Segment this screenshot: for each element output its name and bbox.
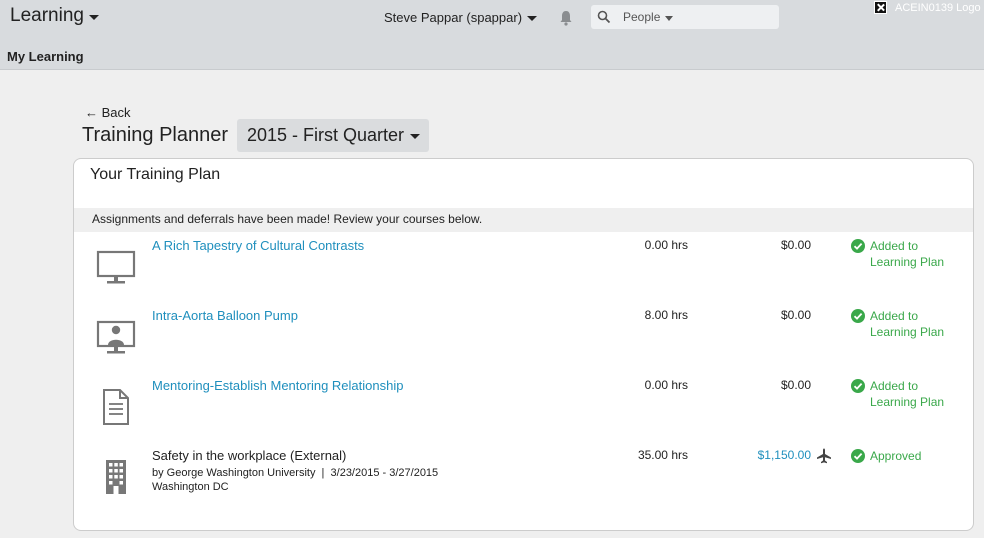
search-scope-select[interactable]: People [623,10,674,24]
chevron-down-icon [527,16,538,21]
bell-icon[interactable] [559,10,573,26]
course-hours: 8.00 hrs [644,308,688,322]
status-badge: Approved [851,448,960,464]
airplane-icon [817,448,831,464]
status-line: Learning Plan [870,395,945,409]
subnav-title: My Learning [7,49,84,64]
course-cost: $0.00 [780,378,811,392]
notice-bar: Assignments and deferrals have been made… [74,208,973,232]
app-title: Learning [10,5,84,26]
course-hours: 0.00 hrs [644,238,688,252]
course-title: Safety in the workplace (External) [152,448,347,463]
top-header: Learning Steve Pappar (spappar) People A… [0,0,984,40]
course-hours: 0.00 hrs [644,378,688,392]
check-circle-icon [851,309,865,323]
status-badge: Added to Learning Plan [851,378,960,410]
virtual-classroom-icon [96,320,136,354]
status-line: Approved [870,449,922,463]
search-scope-label: People [623,10,661,24]
status-badge: Added to Learning Plan [851,308,960,340]
course-title-link[interactable]: A Rich Tapestry of Cultural Contrasts [152,238,364,253]
course-hours: 35.00 hrs [637,448,688,462]
course-provider-dates: by George Washington University | 3/23/2… [152,467,439,479]
check-circle-icon [851,379,865,393]
course-title-link[interactable]: Intra-Aorta Balloon Pump [152,308,298,323]
status-line: Learning Plan [870,325,945,339]
course-cost: $0.00 [780,308,811,322]
status-line: Added to [870,379,919,393]
course-location: Washington DC [152,481,229,493]
check-circle-icon [851,449,865,463]
course-title-link[interactable]: Mentoring-Establish Mentoring Relationsh… [152,378,403,393]
course-row: Mentoring-Establish Mentoring Relationsh… [74,378,973,448]
training-plan-card: Your Training Plan Assignments and defer… [73,158,974,531]
broken-image-icon [874,1,887,14]
quarter-dropdown[interactable]: 2015 - First Quarter [237,119,429,152]
back-link[interactable]: ← Back [85,105,131,120]
card-title: Your Training Plan [90,166,221,183]
document-icon [103,389,129,425]
sub-navigation: My Learning [0,40,984,70]
app-menu[interactable]: Learning [10,5,99,27]
building-icon [106,460,126,494]
search-icon [597,10,611,24]
status-badge: Added to Learning Plan [851,238,960,270]
course-row: Intra-Aorta Balloon Pump 8.00 hrs $0.00 … [74,308,973,378]
page-title: Training Planner [82,124,229,146]
chevron-down-icon [665,15,674,21]
company-logo: ACEIN0139 Logo [874,1,981,14]
user-name: Steve Pappar (spappar) [384,10,523,25]
status-line: Added to [870,239,919,253]
course-meta: by George Washington University | 3/23/2… [152,466,438,494]
user-menu[interactable]: Steve Pappar (spappar) [384,10,538,25]
logo-alt-text: ACEIN0139 Logo [895,1,981,14]
chevron-down-icon [410,134,421,139]
monitor-icon [96,250,136,284]
status-line: Added to [870,309,919,323]
status-line: Learning Plan [870,255,945,269]
course-cost: $0.00 [780,238,811,252]
course-row: A Rich Tapestry of Cultural Contrasts 0.… [74,238,973,308]
chevron-down-icon [88,14,99,20]
course-cost-link[interactable]: $1,150.00 [758,448,811,462]
check-circle-icon [851,239,865,253]
search-box[interactable]: People [591,5,779,29]
quarter-label: 2015 - First Quarter [247,125,405,145]
course-row: Safety in the workplace (External) by Ge… [74,448,973,518]
